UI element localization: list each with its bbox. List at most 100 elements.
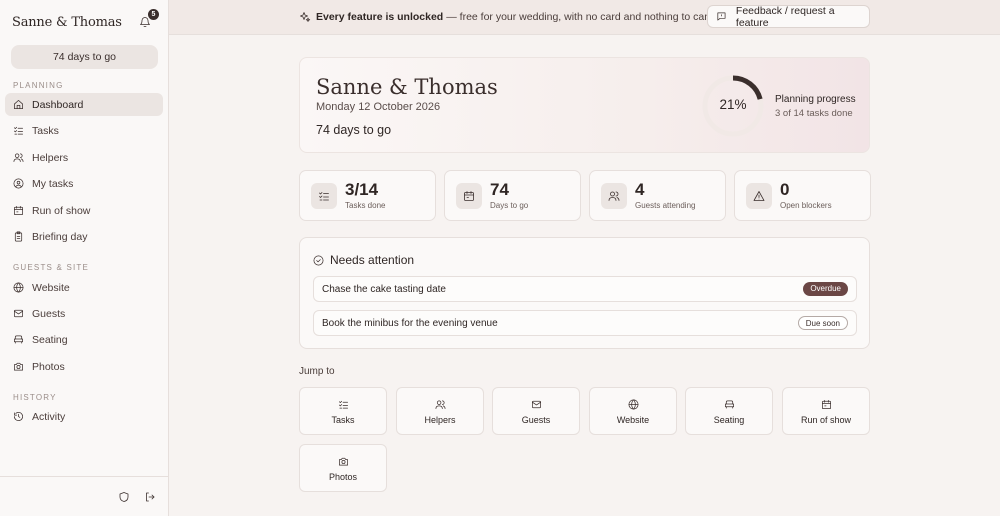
stat-card-blockers: 0 Open blockers [734,170,871,221]
jump-tile-label: Photos [328,472,358,482]
attention-item-text: Book the minibus for the evening venue [322,318,498,329]
sparkles-icon [300,12,311,22]
jump-tile-label: Helpers [424,415,456,425]
needs-attention-header: Needs attention [313,253,414,267]
progress-title: Planning progress [775,94,856,105]
sidebar-item-label: Run of show [32,204,91,217]
announcement-bar: Every feature is unlocked — free for you… [169,0,1000,35]
sidebar-item-briefing-day[interactable]: Briefing day [5,225,163,248]
sidebar-item-label: Activity [32,410,66,423]
sidebar-item-label: Website [32,281,70,294]
sidebar-item-guests[interactable]: Guests [5,302,163,325]
sofa-icon [14,335,23,344]
sidebar: Sanne & Thomas 5 74 days to go PLANNING … [0,0,169,516]
status-badge-due-soon: Due soon [797,316,848,330]
section-label-planning: PLANNING [13,81,64,90]
mail-icon [532,400,541,409]
stat-card-days: 74 Days to go [444,170,581,221]
attention-item[interactable]: Chase the cake tasting date Overdue [313,276,857,302]
users-icon [435,400,446,409]
attention-item[interactable]: Book the minibus for the evening venue D… [313,310,857,336]
notification-badge: 5 [148,9,159,20]
jump-tile-photos[interactable]: Photos [299,444,387,492]
feedback-button[interactable]: Feedback / request a feature [707,4,870,29]
mail-icon [14,309,23,318]
stat-icon-box [456,183,482,209]
announcement-rest: — free for your wedding, with no card an… [446,11,727,23]
sidebar-item-label: Tasks [32,124,59,137]
globe-icon [13,282,24,293]
announcement-bold: Every feature is unlocked [316,11,444,23]
list-check-icon [14,126,23,135]
logout-icon[interactable] [144,491,156,503]
sofa-icon [725,400,734,409]
hero-card: Sanne & Thomas Monday 12 October 2026 74… [299,57,870,153]
jump-tile-label: Tasks [331,415,355,425]
sidebar-item-label: Helpers [32,151,69,164]
stat-value: 0 [780,180,790,199]
sidebar-item-my-tasks[interactable]: My tasks [5,172,163,195]
sidebar-item-dashboard[interactable]: Dashboard [5,93,163,116]
camera-icon [14,362,23,371]
jump-tile-seating[interactable]: Seating [685,387,773,435]
sidebar-item-label: Dashboard [32,98,84,111]
jump-tile-helpers[interactable]: Helpers [396,387,484,435]
list-check-icon [319,192,329,201]
calendar-icon [464,191,474,201]
shield-icon[interactable] [118,491,130,503]
jump-tile-label: Website [616,415,650,425]
jump-tile-label: Guests [521,415,551,425]
attention-item-text: Chase the cake tasting date [322,284,446,295]
sidebar-item-label: Photos [32,360,65,373]
sidebar-item-label: Guests [32,307,66,320]
stat-icon-box [601,183,627,209]
jump-tile-label: Seating [713,415,745,425]
sidebar-item-helpers[interactable]: Helpers [5,146,163,169]
history-icon [14,412,23,421]
sidebar-item-activity[interactable]: Activity [5,405,163,428]
users-icon [608,191,620,201]
sidebar-item-label: Briefing day [32,230,88,243]
wedding-date: Monday 12 October 2026 [316,101,441,113]
progress-subtitle: 3 of 14 tasks done [775,108,853,119]
jump-tile-label: Run of show [800,415,852,425]
stat-icon-box [311,183,337,209]
stat-label: Open blockers [780,201,832,210]
clipboard-icon [14,231,23,242]
section-label-history: HISTORY [13,393,57,402]
home-icon [14,100,23,109]
warning-icon [753,191,765,201]
sidebar-item-photos[interactable]: Photos [5,355,163,378]
sidebar-item-website[interactable]: Website [5,276,163,299]
feedback-button-label: Feedback / request a feature [735,4,835,29]
check-circle-icon [313,255,324,265]
calendar-icon [822,400,831,409]
hero-days-to-go: 74 days to go [316,123,392,137]
jump-tile-tasks[interactable]: Tasks [299,387,387,435]
jump-tile-run-of-show[interactable]: Run of show [782,387,870,435]
needs-attention-title: Needs attention [330,253,415,267]
progress-percent: 21% [719,97,747,112]
announcement-message: Every feature is unlocked — free for you… [299,11,726,23]
sidebar-item-run-of-show[interactable]: Run of show [5,199,163,222]
camera-icon [339,457,348,466]
message-icon [717,12,726,21]
stat-label: Guests attending [635,201,696,210]
stat-icon-box [746,183,772,209]
list-check-icon [339,400,348,409]
section-label-guests-site: GUESTS & SITE [13,263,90,272]
jump-tile-guests[interactable]: Guests [492,387,580,435]
sidebar-item-label: Seating [32,333,68,346]
hero-title: Sanne & Thomas [316,75,498,99]
stat-value: 4 [635,180,645,199]
jump-tile-website[interactable]: Website [589,387,677,435]
sidebar-footer [0,476,168,516]
sidebar-item-label: My tasks [32,177,74,190]
globe-icon [628,399,639,410]
stat-card-guests: 4 Guests attending [589,170,726,221]
stat-card-tasks: 3/14 Tasks done [299,170,436,221]
sidebar-item-tasks[interactable]: Tasks [5,119,163,142]
sidebar-item-seating[interactable]: Seating [5,328,163,351]
stat-label: Days to go [490,201,529,210]
jump-to-label: Jump to [299,366,335,377]
